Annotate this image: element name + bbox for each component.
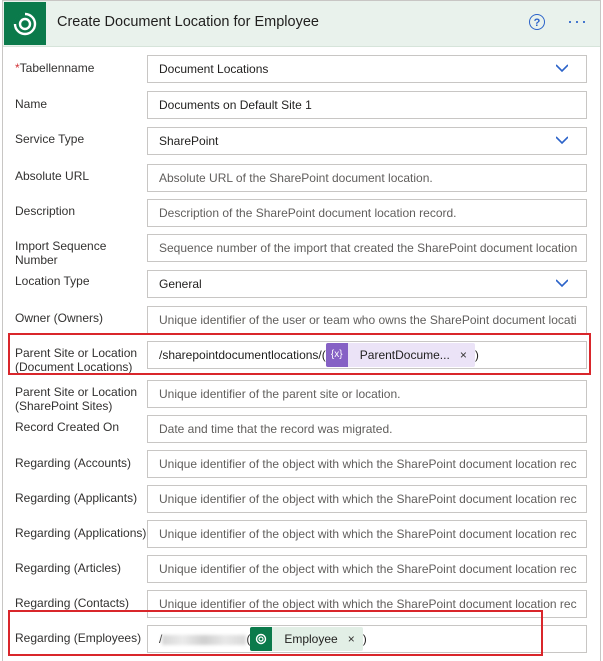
action-header[interactable]: Create Document Location for Employee ? … [3, 1, 600, 47]
field-label: Parent Site or Location (SharePoint Site… [15, 385, 138, 413]
owner-input[interactable]: Unique identifier of the user or team wh… [147, 306, 587, 334]
field-label: *Tabellenname [15, 61, 95, 75]
highlight-parent-doc-location [8, 333, 591, 375]
field-label: Service Type [15, 132, 85, 146]
location-type-dropdown[interactable]: General [147, 270, 587, 298]
field-label: Description [15, 204, 76, 218]
regarding-articles-input[interactable]: Unique identifier of the object with whi… [147, 555, 587, 583]
field-label: Regarding (Contacts) [15, 596, 130, 610]
table-name-dropdown[interactable]: Document Locations [147, 55, 587, 83]
action-card: Create Document Location for Employee ? … [2, 0, 601, 661]
chevron-down-icon [556, 279, 568, 288]
import-sequence-input[interactable]: Sequence number of the import that creat… [147, 234, 587, 262]
regarding-accounts-input[interactable]: Unique identifier of the object with whi… [147, 450, 587, 478]
field-label: Regarding (Applicants) [15, 491, 138, 505]
regarding-applicants-input[interactable]: Unique identifier of the object with whi… [147, 485, 587, 513]
field-label: Owner (Owners) [15, 311, 104, 325]
name-input[interactable]: Documents on Default Site 1 [147, 91, 587, 119]
field-label: Regarding (Applications) [15, 526, 147, 540]
dataverse-logo-icon [4, 2, 46, 45]
parent-sharepoint-site-input[interactable]: Unique identifier of the parent site or … [147, 380, 587, 408]
highlight-regarding-employees [8, 610, 543, 656]
field-label: Record Created On [15, 420, 120, 434]
field-label: Regarding (Accounts) [15, 456, 132, 470]
action-title: Create Document Location for Employee [57, 14, 319, 30]
field-label: Name [15, 97, 48, 111]
service-type-dropdown[interactable]: SharePoint [147, 127, 587, 155]
field-label: Import Sequence Number [15, 239, 107, 267]
help-icon[interactable]: ? [529, 14, 545, 30]
record-created-on-input[interactable]: Date and time that the record was migrat… [147, 415, 587, 443]
chevron-down-icon [556, 136, 568, 145]
more-options-icon[interactable]: ··· [567, 11, 588, 32]
field-label: Location Type [15, 274, 90, 288]
field-label: Absolute URL [15, 169, 90, 183]
absolute-url-input[interactable]: Absolute URL of the SharePoint document … [147, 164, 587, 192]
description-input[interactable]: Description of the SharePoint document l… [147, 199, 587, 227]
chevron-down-icon [556, 64, 568, 73]
field-label: Regarding (Articles) [15, 561, 122, 575]
regarding-applications-input[interactable]: Unique identifier of the object with whi… [147, 520, 587, 548]
